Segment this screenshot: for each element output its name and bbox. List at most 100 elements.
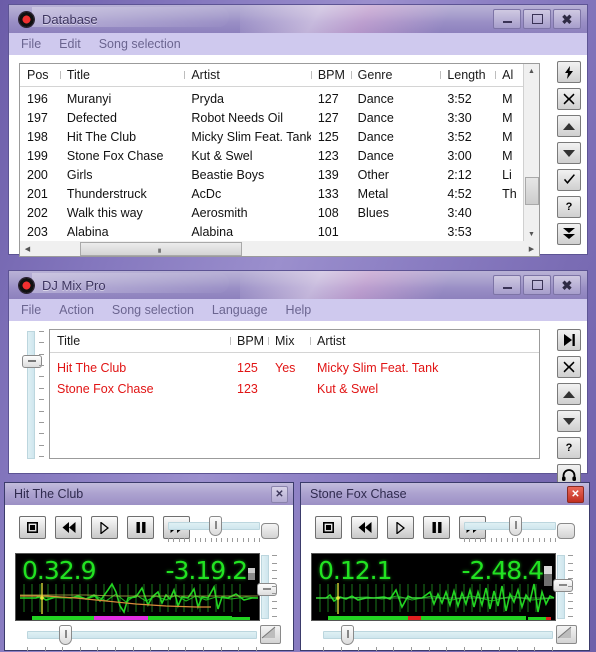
player-right-waveform[interactable]: 0.12.1 -2.48.4: [311, 553, 556, 621]
stop-button[interactable]: [19, 516, 46, 539]
player-left-pitch-slider-container: [257, 553, 281, 621]
close-button[interactable]: ✖: [553, 275, 581, 295]
scroll-left-icon[interactable]: ◀: [20, 241, 35, 256]
lightning-icon-button[interactable]: [557, 61, 581, 83]
help-button[interactable]: ?: [557, 437, 581, 459]
vertical-scroll-thumb[interactable]: [525, 177, 539, 205]
move-down-icon: [563, 417, 575, 425]
play-button[interactable]: [91, 516, 118, 539]
player-left-bottom-slider-thumb[interactable]: [59, 625, 73, 645]
player-left-top-slider-ticks: [168, 538, 260, 542]
menu-item-language[interactable]: Language: [212, 303, 268, 317]
maximize-icon: [531, 280, 543, 290]
play-button[interactable]: [387, 516, 414, 539]
table-row[interactable]: 201 Thunderstruck AcDc 133 Metal 4:52 Th: [20, 184, 524, 203]
rewind-button[interactable]: [351, 516, 378, 539]
player-right-bottom-slider-thumb[interactable]: [341, 625, 355, 645]
skip-next-button[interactable]: [557, 329, 581, 351]
pause-icon: [136, 522, 145, 533]
column-header-bpm[interactable]: BPM: [230, 334, 268, 348]
cell-title: Walk this way: [66, 205, 143, 220]
menu-item-edit[interactable]: Edit: [59, 37, 81, 51]
player-left-titlebar[interactable]: Hit The Club ✕: [4, 482, 294, 505]
stop-button[interactable]: [315, 516, 342, 539]
column-header-genre[interactable]: Genre: [350, 68, 441, 82]
column-header-pos[interactable]: Pos: [20, 68, 60, 82]
player-right-options-button[interactable]: [556, 625, 577, 644]
confirm-button[interactable]: [557, 169, 581, 191]
scroll-up-icon[interactable]: ▲: [524, 64, 539, 79]
player-left-top-slider-thumb[interactable]: [209, 516, 223, 536]
pause-button[interactable]: [127, 516, 154, 539]
table-row[interactable]: 200 Girls Beastie Boys 139 Other 2:12 Li: [20, 165, 524, 184]
player-left-bottom-slider-container: [27, 625, 257, 651]
djmixpro-grid[interactable]: Title BPM Mix Artist Hit The Club 125 Ye…: [49, 329, 540, 459]
rewind-button[interactable]: [55, 516, 82, 539]
database-horizontal-scroll-area[interactable]: ◀ ▖ ▶: [19, 241, 540, 257]
table-row[interactable]: 199 Stone Fox Chase Kut & Swel 123 Dance…: [20, 146, 524, 165]
player-left-waveform[interactable]: 0.32.9 -3.19.2: [15, 553, 260, 621]
database-grid[interactable]: Pos Title Artist BPM Genre Length Al 196…: [19, 63, 540, 243]
scroll-down-icon[interactable]: ▼: [524, 227, 539, 242]
player-left-options-button[interactable]: [260, 625, 281, 644]
player-right-close-button[interactable]: ✕: [567, 486, 584, 503]
table-row[interactable]: Hit The Club 125 Yes Micky Slim Feat. Ta…: [50, 357, 539, 378]
maximize-button[interactable]: [523, 275, 551, 295]
move-up-button[interactable]: [557, 383, 581, 405]
column-header-title[interactable]: Title: [50, 334, 230, 348]
move-down-button[interactable]: [557, 410, 581, 432]
column-header-mix[interactable]: Mix: [268, 334, 310, 348]
minimize-icon: [502, 20, 512, 23]
move-up-button[interactable]: [557, 115, 581, 137]
cell-title: Thunderstruck: [66, 186, 147, 201]
table-row[interactable]: 198 Hit The Club Micky Slim Feat. Tank 1…: [20, 127, 524, 146]
column-header-title[interactable]: Title: [59, 68, 184, 82]
column-header-artist[interactable]: Artist: [310, 334, 465, 348]
menu-item-action[interactable]: Action: [59, 303, 94, 317]
menu-item-song-selection[interactable]: Song selection: [112, 303, 194, 317]
player-left-display-toggle[interactable]: [261, 523, 279, 539]
move-up-icon: [563, 390, 575, 398]
minimize-button[interactable]: [493, 9, 521, 29]
player-right-display-toggle[interactable]: [557, 523, 575, 539]
column-header-album[interactable]: Al: [495, 68, 524, 82]
cell-title: Defected: [66, 110, 117, 125]
menu-item-song-selection[interactable]: Song selection: [99, 37, 181, 51]
horizontal-scroll-thumb[interactable]: ▖: [80, 242, 242, 256]
menu-item-file[interactable]: File: [21, 303, 41, 317]
djmixpro-titlebar[interactable]: DJ Mix Pro ✖: [8, 270, 588, 299]
database-titlebar[interactable]: Database ✖: [8, 4, 588, 33]
table-row[interactable]: 202 Walk this way Aerosmith 108 Blues 3:…: [20, 203, 524, 222]
delete-button[interactable]: [557, 88, 581, 110]
mix-level-slider[interactable]: [27, 331, 35, 459]
maximize-button[interactable]: [523, 9, 551, 29]
cell-album: Th: [502, 186, 517, 201]
database-window: Database ✖ File Edit Song selection Pos …: [8, 4, 588, 257]
player-left-window: Hit The Club ✕ 0.32.9 -3.19.2: [4, 482, 294, 651]
menu-item-help[interactable]: Help: [286, 303, 312, 317]
delete-button[interactable]: [557, 356, 581, 378]
table-row[interactable]: Stone Fox Chase 123 Kut & Swel: [50, 378, 539, 399]
column-header-artist[interactable]: Artist: [184, 68, 310, 82]
player-left-close-button[interactable]: ✕: [271, 486, 288, 503]
player-right-bottom-slider[interactable]: [323, 631, 553, 639]
move-down-button[interactable]: [557, 142, 581, 164]
column-header-bpm[interactable]: BPM: [310, 68, 351, 82]
scroll-right-icon[interactable]: ▶: [524, 241, 539, 256]
database-vertical-scrollbar[interactable]: ▲ ▼: [523, 64, 539, 242]
database-horizontal-scrollbar[interactable]: ◀ ▖ ▶: [20, 241, 539, 256]
table-row[interactable]: 197 Defected Robot Needs Oil 127 Dance 3…: [20, 108, 524, 127]
table-row[interactable]: 196 Muranyi Pryda 127 Dance 3:52 M: [20, 89, 524, 108]
table-row[interactable]: 203 Alabina Alabina 101 3:53: [20, 222, 524, 241]
move-to-bottom-button[interactable]: [557, 223, 581, 245]
close-button[interactable]: ✖: [553, 9, 581, 29]
minimize-button[interactable]: [493, 275, 521, 295]
menu-item-file[interactable]: File: [21, 37, 41, 51]
player-right-titlebar[interactable]: Stone Fox Chase ✕: [300, 482, 590, 505]
pause-button[interactable]: [423, 516, 450, 539]
player-right-top-slider-thumb[interactable]: [509, 516, 523, 536]
player-left-bottom-slider-ticks: [27, 647, 257, 651]
cell-artist: Kut & Swel: [317, 381, 379, 396]
help-button[interactable]: ?: [557, 196, 581, 218]
column-header-length[interactable]: Length: [440, 68, 495, 82]
